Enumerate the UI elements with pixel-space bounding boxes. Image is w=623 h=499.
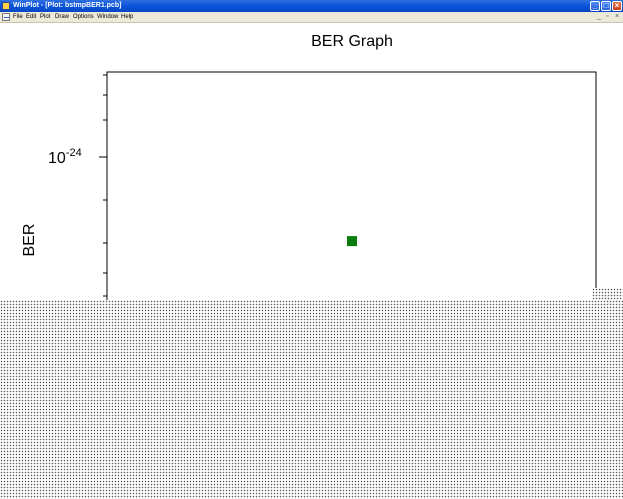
data-points [347, 236, 357, 247]
dotted-overlay-notch [592, 288, 623, 300]
y-tick-label: 10-24 [48, 147, 82, 167]
chart-title: BER Graph [311, 33, 393, 50]
y-axis-tick-labels: 10-24 [48, 147, 82, 167]
dotted-overlay [0, 300, 623, 499]
plot-frame [106, 71, 597, 333]
data-point [347, 236, 357, 247]
y-axis-ticks [99, 74, 107, 297]
y-axis-label: BER [21, 224, 38, 257]
